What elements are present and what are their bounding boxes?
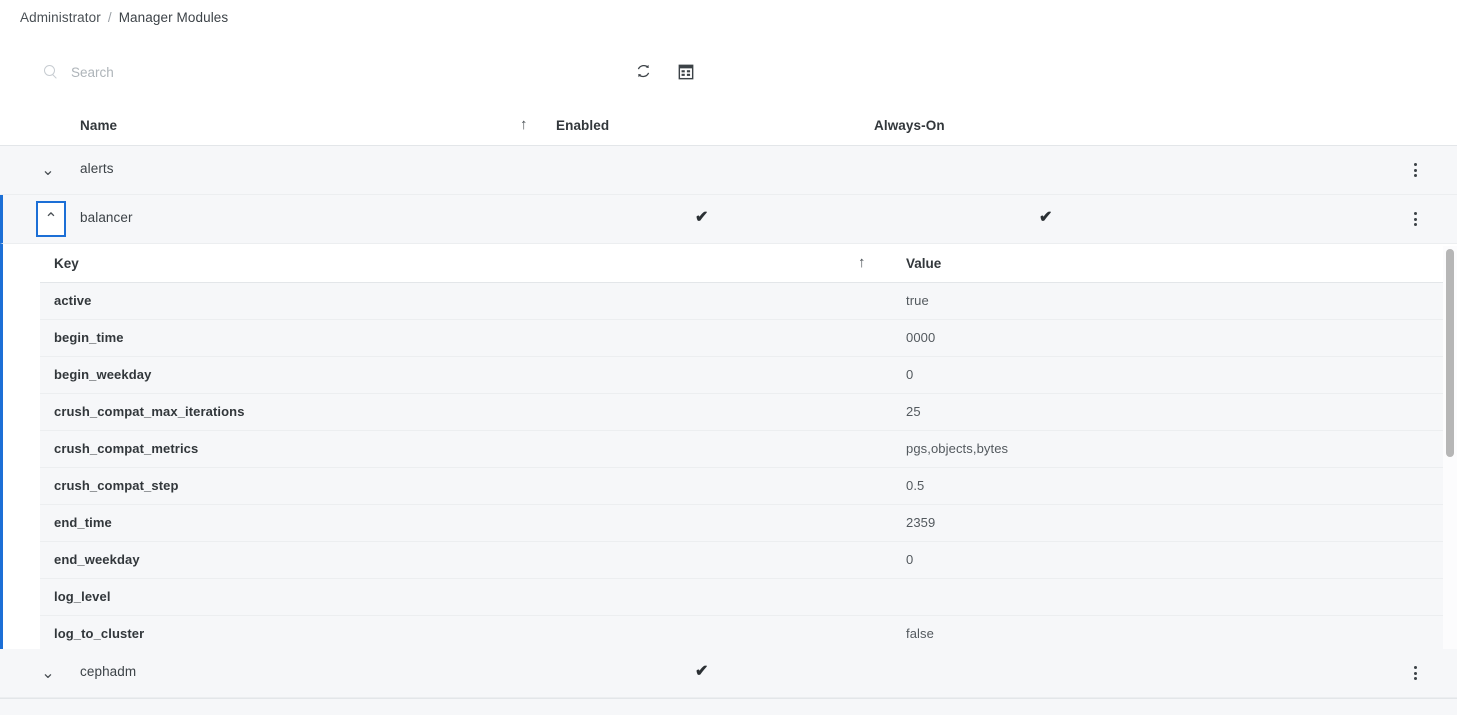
detail-key: begin_time [54,330,124,345]
detail-key: crush_compat_max_iterations [54,404,245,419]
detail-value: 25 [906,404,921,419]
detail-key: crush_compat_metrics [54,441,199,456]
row-menu-button[interactable] [1406,663,1424,683]
detail-key: active [54,293,92,308]
detail-row[interactable]: begin_weekday 0 [40,357,1457,394]
detail-row[interactable]: crush_compat_metrics pgs,objects,bytes [40,431,1457,468]
breadcrumb-current: Manager Modules [118,10,229,25]
row-menu-button[interactable] [1406,209,1424,229]
table-header-row: Name ↑ Enabled Always-On [0,105,1457,146]
detail-key: log_level [54,589,111,604]
table-row-partial[interactable] [0,698,1457,715]
toolbar [0,56,1457,90]
sort-ascending-icon[interactable]: ↑ [520,116,528,133]
chevron-up-icon[interactable]: ⌃ [36,201,66,237]
detail-sort-ascending-icon[interactable]: ↑ [858,254,866,271]
refresh-button[interactable] [630,60,656,86]
search-field[interactable] [44,56,591,88]
detail-value: 0.5 [906,478,925,493]
detail-value: 0 [906,367,914,382]
detail-value: true [906,293,929,308]
table-columns-button[interactable] [673,60,699,86]
detail-scrollbar[interactable] [1443,246,1457,649]
module-detail-panel: Key ↑ Value active true begin_time 0000 … [0,244,1457,649]
detail-key: end_weekday [54,552,140,567]
detail-key: end_time [54,515,112,530]
module-name: alerts [80,161,114,176]
manager-modules-table: Name ↑ Enabled Always-On ⌄ alerts ⌃ bala… [0,105,1457,715]
detail-key: crush_compat_step [54,478,179,493]
column-header-name[interactable]: Name [80,118,117,133]
refresh-icon [635,63,652,83]
detail-row[interactable]: crush_compat_step 0.5 [40,468,1457,505]
table-row[interactable]: ⌄ alerts [0,146,1457,195]
module-name: balancer [80,210,133,225]
search-input[interactable] [71,64,591,80]
detail-key: begin_weekday [54,367,152,382]
detail-key: log_to_cluster [54,626,145,641]
column-header-enabled[interactable]: Enabled [556,118,609,133]
detail-scrollbar-thumb[interactable] [1446,249,1454,457]
enabled-check: ✔ [695,663,709,680]
detail-table: Key ↑ Value active true begin_time 0000 … [40,244,1457,649]
breadcrumb: Administrator / Manager Modules [20,10,228,25]
column-header-always-on[interactable]: Always-On [874,118,945,133]
detail-header-row: Key ↑ Value [40,244,1457,283]
detail-row[interactable]: log_to_cluster false [40,616,1457,649]
detail-row[interactable]: crush_compat_max_iterations 25 [40,394,1457,431]
table-columns-icon [678,64,694,83]
row-menu-button[interactable] [1406,160,1424,180]
detail-value: 0 [906,552,914,567]
chevron-down-icon[interactable]: ⌄ [38,160,58,180]
search-icon [44,64,59,80]
detail-value: false [906,626,934,641]
detail-row[interactable]: end_weekday 0 [40,542,1457,579]
column-header-value[interactable]: Value [906,256,941,271]
detail-row[interactable]: begin_time 0000 [40,320,1457,357]
chevron-down-icon[interactable]: ⌄ [38,663,58,683]
column-header-key[interactable]: Key [54,256,79,271]
breadcrumb-separator: / [107,10,112,25]
enabled-check: ✔ [695,209,709,226]
detail-value: 2359 [906,515,936,530]
breadcrumb-parent[interactable]: Administrator [20,10,101,25]
detail-value: 0000 [906,330,936,345]
detail-row[interactable]: end_time 2359 [40,505,1457,542]
table-row[interactable]: ⌃ balancer ✔ ✔ [0,195,1457,244]
always-on-check: ✔ [1039,209,1053,226]
table-row[interactable]: ⌄ cephadm ✔ [0,649,1457,698]
module-name: cephadm [80,664,137,679]
detail-value: pgs,objects,bytes [906,441,1009,456]
detail-row[interactable]: active true [40,283,1457,320]
detail-row[interactable]: log_level [40,579,1457,616]
